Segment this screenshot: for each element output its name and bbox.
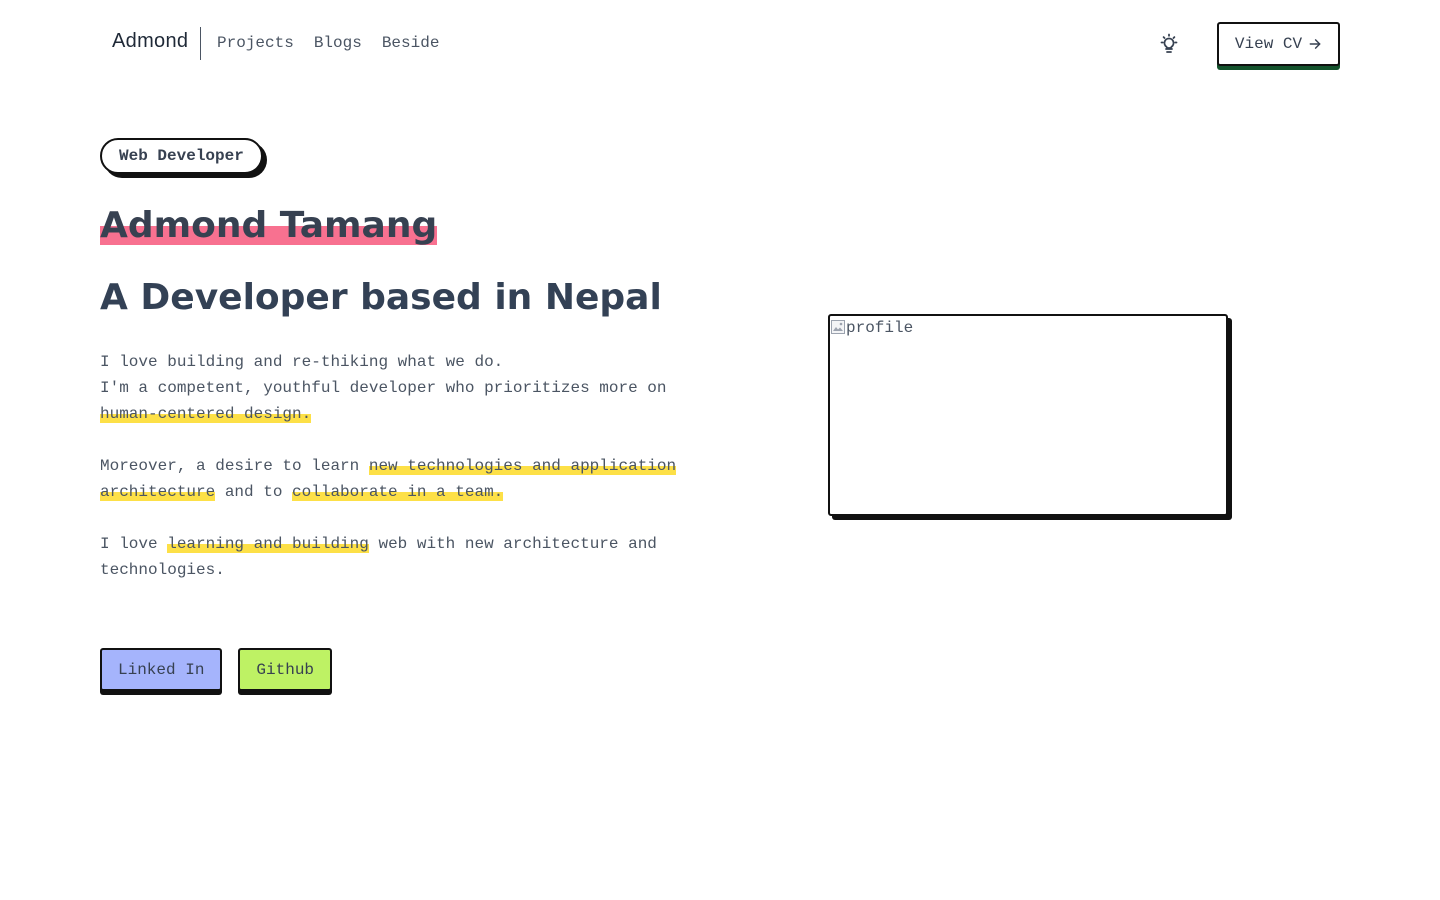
nav-link-beside[interactable]: Beside [382,34,440,52]
nav-link-blogs[interactable]: Blogs [314,34,362,52]
lightbulb-icon[interactable] [1157,32,1181,56]
role-badge: Web Developer [100,138,263,174]
bio: I love building and re-thiking what we d… [100,349,700,609]
bio-paragraph-3: I love learning and building web with ne… [100,531,700,583]
headline: A Developer based in Nepal [100,277,662,318]
page-title: Admond Tamang [100,205,438,246]
brand-logo[interactable]: Admond [112,30,188,53]
nav-link-projects[interactable]: Projects [217,34,294,52]
bio-p1-line1: I love building and re-thiking what we d… [100,353,504,371]
top-nav: Admond Projects Blogs Beside View CV [0,0,1440,88]
nav-divider [200,27,201,60]
social-links: Linked In Github [100,648,333,691]
nav-links: Projects Blogs Beside [217,34,439,52]
bio-p1-highlight: human-centered design. [100,405,312,423]
arrow-right-icon [1309,39,1321,49]
profile-image-placeholder: profile [830,319,913,337]
bio-p2-highlight-2: collaborate in a team. [292,483,504,501]
bio-paragraph-1: I love building and re-thiking what we d… [100,349,700,427]
bio-p3-highlight: learning and building [167,535,369,553]
bio-paragraph-2: Moreover, a desire to learn new technolo… [100,453,700,505]
profile-alt-text: profile [846,319,914,337]
broken-image-icon [831,320,845,334]
bio-p3-text1: I love [100,535,168,553]
view-cv-label: View CV [1234,35,1303,53]
name-block: Admond Tamang [100,204,437,248]
bio-p2-text2: and to [215,483,293,501]
linkedin-button[interactable]: Linked In [100,648,223,691]
view-cv-button[interactable]: View CV [1217,22,1340,66]
github-button[interactable]: Github [238,648,333,691]
bio-p1-line2: I'm a competent, youthful developer who … [100,379,667,397]
profile-image: profile [828,314,1228,516]
bio-p2-text1: Moreover, a desire to learn [100,457,369,475]
